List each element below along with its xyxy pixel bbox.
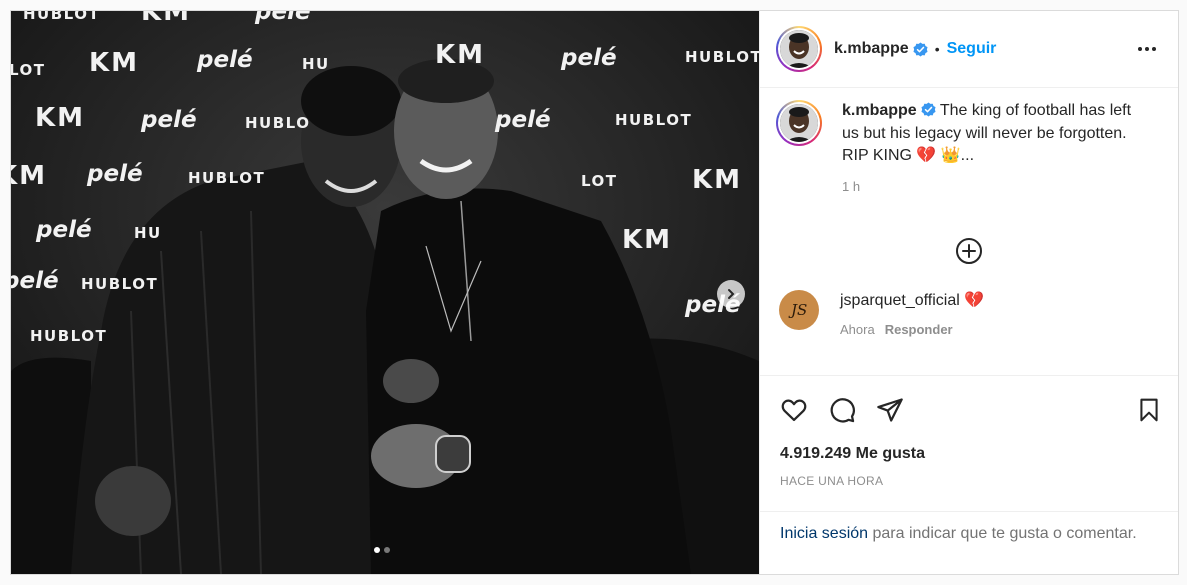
- backdrop-logo: HUBLOT: [685, 48, 759, 66]
- load-more-comments-icon[interactable]: [954, 236, 984, 266]
- post-side-panel: k.mbappe • Seguir k.mbappe The king of f…: [759, 11, 1178, 574]
- likes-count[interactable]: 4.919.249 Me gusta: [760, 444, 1178, 472]
- backdrop-logo: KM: [692, 165, 743, 195]
- carousel-dot-active: [374, 547, 380, 553]
- backdrop-logo: HUBLOT: [30, 327, 108, 345]
- paper-plane-icon: [877, 398, 903, 422]
- backdrop-logo: pelé: [87, 161, 143, 187]
- instagram-post: HUBLOT KM pelé LOT KM pelé HU KM pelé HU…: [10, 10, 1179, 575]
- caption-body: k.mbappe The king of football has left u…: [842, 100, 1142, 198]
- backdrop-logo: KM: [435, 40, 486, 70]
- post-timestamp: HACE UNA HORA: [780, 474, 884, 488]
- backdrop-logo: pelé: [11, 268, 59, 294]
- author-username[interactable]: k.mbappe: [834, 40, 909, 58]
- verified-badge-icon: [913, 41, 928, 57]
- login-prompt: Inicia sesión para indicar que te gusta …: [760, 511, 1178, 574]
- carousel-indicator: [374, 547, 390, 553]
- chevron-right-icon: [728, 289, 735, 299]
- more-options-button[interactable]: [1132, 41, 1162, 57]
- backdrop-logo: pelé: [197, 47, 253, 73]
- comment-time: Ahora: [840, 322, 875, 337]
- comment-meta: Ahora Responder: [840, 322, 984, 337]
- svg-text:JS: JS: [788, 301, 807, 319]
- brand-logo-icon: JS: [788, 301, 807, 319]
- follow-button[interactable]: Seguir: [947, 40, 997, 58]
- save-button[interactable]: [1136, 397, 1162, 423]
- backdrop-logo: HUBLOT: [188, 169, 266, 187]
- backdrop-logo: pelé: [495, 107, 551, 133]
- heart-icon: [781, 399, 807, 422]
- backdrop-logo: HU: [134, 224, 162, 242]
- backdrop-logo: KM: [89, 48, 140, 78]
- backdrop-logo: KM: [622, 225, 673, 255]
- backdrop-logo: KM: [11, 161, 48, 191]
- post-header: k.mbappe • Seguir: [760, 11, 1178, 88]
- avatar-photo: [780, 30, 818, 68]
- backdrop-logo: KM: [141, 11, 192, 27]
- like-button[interactable]: [780, 396, 808, 424]
- backdrop-logo: HUBLOT: [615, 111, 693, 129]
- comment-body: jsparquet_official 💔 Ahora Responder: [840, 290, 984, 337]
- post-caption: k.mbappe The king of football has left u…: [776, 100, 1162, 198]
- likes-number: 4.919.249: [780, 445, 852, 462]
- backdrop-logo: pelé: [36, 217, 92, 243]
- carousel-next-button[interactable]: [717, 280, 745, 308]
- caption-text-line2: RIP KING 💔 👑...: [842, 147, 975, 164]
- comment-button[interactable]: [828, 396, 856, 424]
- avatar-photo: [780, 104, 818, 142]
- comment-text: 💔: [964, 292, 985, 309]
- bookmark-icon: [1140, 398, 1158, 422]
- caption-username[interactable]: k.mbappe: [842, 102, 917, 119]
- backdrop-logo: HU: [302, 55, 330, 73]
- comments-section[interactable]: k.mbappe The king of football has left u…: [760, 88, 1178, 375]
- backdrop-logo: LOT: [581, 172, 618, 190]
- login-prompt-text: para indicar que te gusta o comentar.: [868, 525, 1137, 542]
- backdrop-logo: HUBLOT: [81, 275, 159, 293]
- backdrop-logo: pelé: [141, 107, 197, 133]
- reply-button[interactable]: Responder: [885, 322, 953, 337]
- backdrop-logo: pelé: [255, 11, 311, 25]
- backdrop-logo: KM: [35, 103, 86, 133]
- backdrop-logo: LOT: [11, 61, 46, 79]
- verified-badge-icon: [921, 102, 936, 117]
- caption-time: 1 h: [842, 178, 861, 194]
- caption-author-avatar[interactable]: [776, 100, 822, 146]
- login-link[interactable]: Inicia sesión: [780, 525, 868, 542]
- comment-icon: [830, 398, 855, 423]
- action-bar: [760, 375, 1178, 444]
- commenter-username[interactable]: jsparquet_official: [840, 292, 960, 309]
- commenter-avatar[interactable]: JS: [779, 290, 819, 330]
- likes-label: Me gusta: [855, 445, 925, 462]
- header-separator: •: [934, 41, 940, 57]
- backdrop-logo: pelé: [561, 45, 617, 71]
- comment-item: JS jsparquet_official 💔 Ahora Responder: [776, 290, 1162, 337]
- more-horizontal-icon: [1138, 47, 1142, 51]
- share-button[interactable]: [876, 396, 904, 424]
- backdrop-logo: HUBLO: [245, 114, 311, 132]
- backdrop-logo: HUBLOT: [23, 11, 101, 23]
- author-avatar[interactable]: [776, 26, 822, 72]
- post-photo[interactable]: HUBLOT KM pelé LOT KM pelé HU KM pelé HU…: [11, 11, 759, 574]
- carousel-dot: [384, 547, 390, 553]
